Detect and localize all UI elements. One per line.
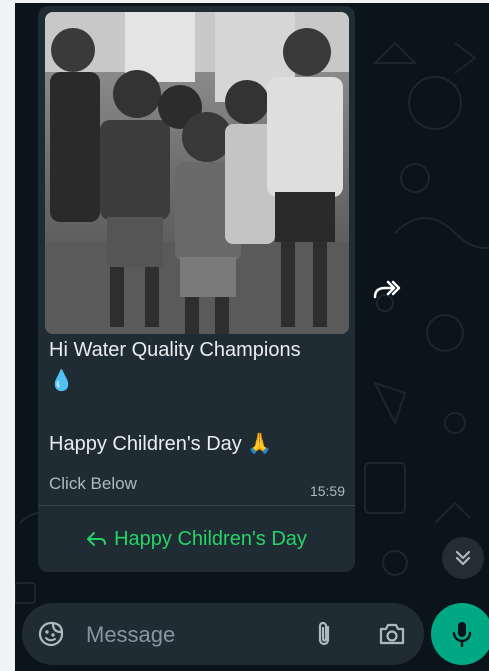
quick-reply-label: Happy Children's Day [114, 527, 307, 550]
message-composer[interactable]: Message [22, 603, 424, 665]
forward-button[interactable] [367, 270, 407, 310]
microphone-icon [452, 622, 472, 648]
message-photo[interactable] [45, 12, 349, 334]
message-bubble[interactable]: Hi Water Quality Champions 💧 Happy Child… [38, 6, 355, 572]
children-group-photo [45, 12, 349, 334]
camera-icon[interactable] [378, 622, 406, 646]
message-timestamp: 15:59 [309, 483, 345, 499]
sticker-icon[interactable] [38, 621, 64, 647]
message-line-1: Hi Water Quality Champions [49, 339, 301, 361]
microphone-button[interactable] [431, 603, 489, 665]
forward-icon [373, 280, 401, 299]
droplet-emoji: 💧 [49, 370, 74, 392]
message-input[interactable]: Message [86, 622, 175, 648]
reply-arrow-icon [87, 532, 107, 546]
message-line-3: Happy Children's Day 🙏 [49, 433, 273, 455]
message-footer: Click Below [49, 474, 137, 493]
scroll-down-button[interactable] [442, 537, 484, 579]
quick-reply-button[interactable]: Happy Children's Day [38, 506, 355, 572]
paperclip-icon[interactable] [315, 620, 333, 648]
double-chevron-down-icon [455, 550, 471, 566]
